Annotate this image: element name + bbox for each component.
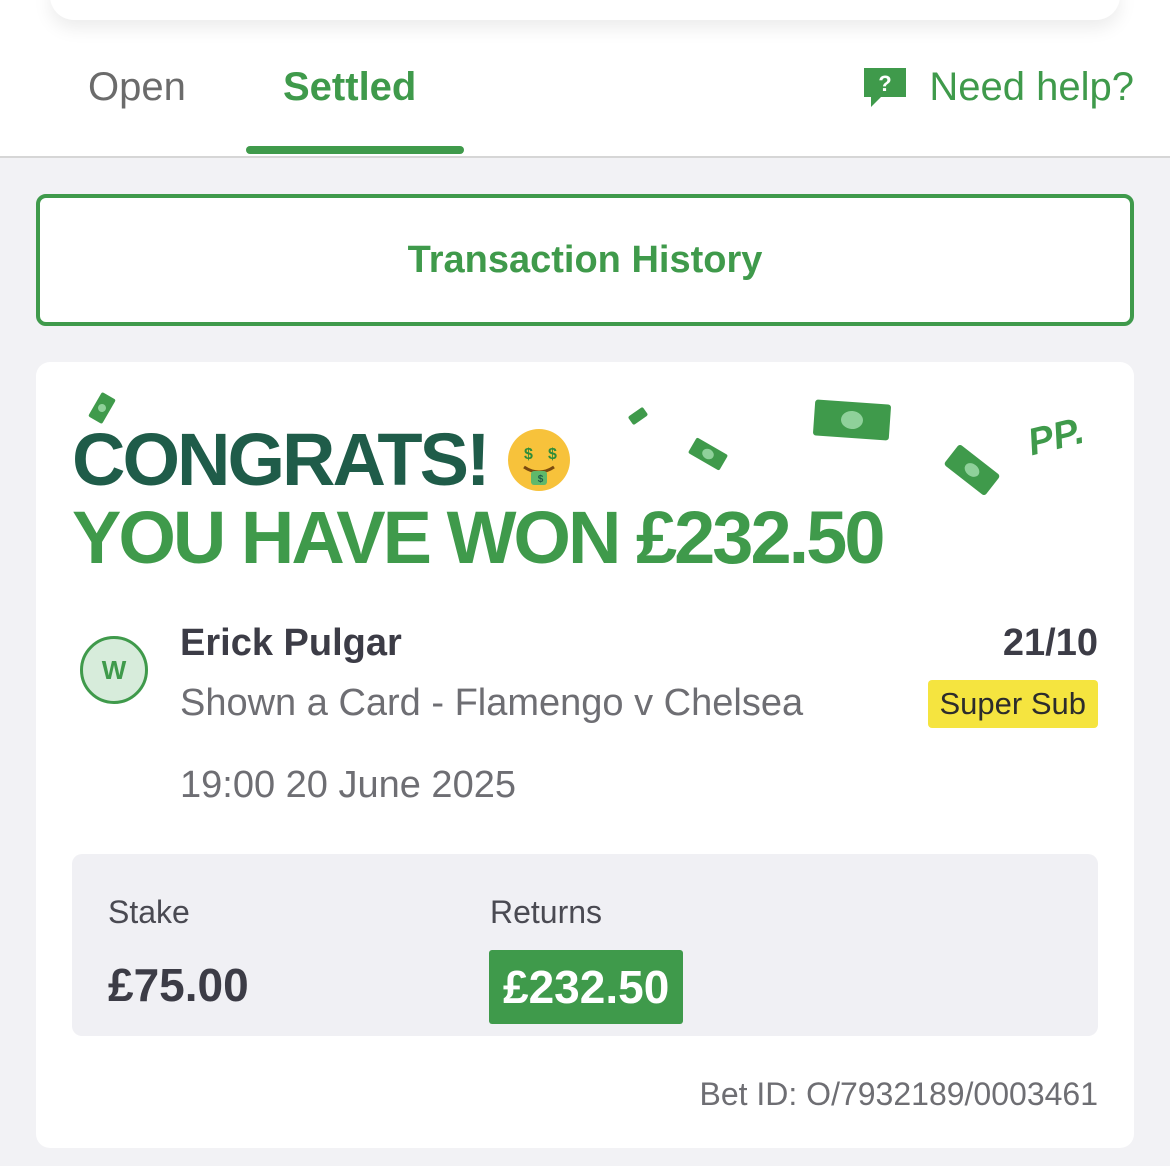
congrats-heading: CONGRATS! $ $ $: [72, 420, 572, 500]
need-help-link[interactable]: ? Need help?: [861, 62, 1134, 112]
svg-text:?: ?: [879, 71, 892, 96]
transaction-history-button[interactable]: Transaction History: [36, 194, 1134, 326]
win-result-badge: W: [80, 636, 148, 704]
active-tab-indicator: [246, 146, 464, 154]
bet-card: CONGRATS! $ $ $ YOU HAVE WON £232.50 PP.…: [36, 362, 1134, 1148]
need-help-label: Need help?: [929, 64, 1134, 109]
returns-label: Returns: [490, 894, 603, 930]
congrats-text: CONGRATS!: [72, 418, 491, 501]
transaction-history-label: Transaction History: [407, 238, 763, 281]
tab-open[interactable]: Open: [88, 62, 186, 112]
money-mouth-face-icon: $ $ $: [507, 429, 570, 491]
stake-returns-panel: Stake £75.00 Returns £232.50: [72, 854, 1098, 1036]
event-datetime: 19:00 20 June 2025: [180, 764, 516, 806]
odds-value: 21/10: [1002, 622, 1098, 664]
tab-settled[interactable]: Settled: [283, 62, 416, 112]
top-bar: Open Settled ? Need help?: [0, 0, 1170, 158]
header-shadow: [50, 0, 1120, 20]
winnings-heading: YOU HAVE WON £232.50: [72, 496, 885, 579]
stake-label: Stake: [108, 894, 190, 930]
stake-value: £75.00: [108, 959, 249, 1011]
bet-id: Bet ID: O/7932189/0003461: [699, 1076, 1098, 1112]
help-chat-icon: ?: [864, 68, 907, 107]
market-event: Shown a Card - Flamengo v Chelsea: [180, 682, 804, 724]
promo-tag: Super Sub: [927, 680, 1098, 728]
returns-value: £232.50: [489, 950, 684, 1024]
selection-name: Erick Pulgar: [180, 622, 402, 664]
